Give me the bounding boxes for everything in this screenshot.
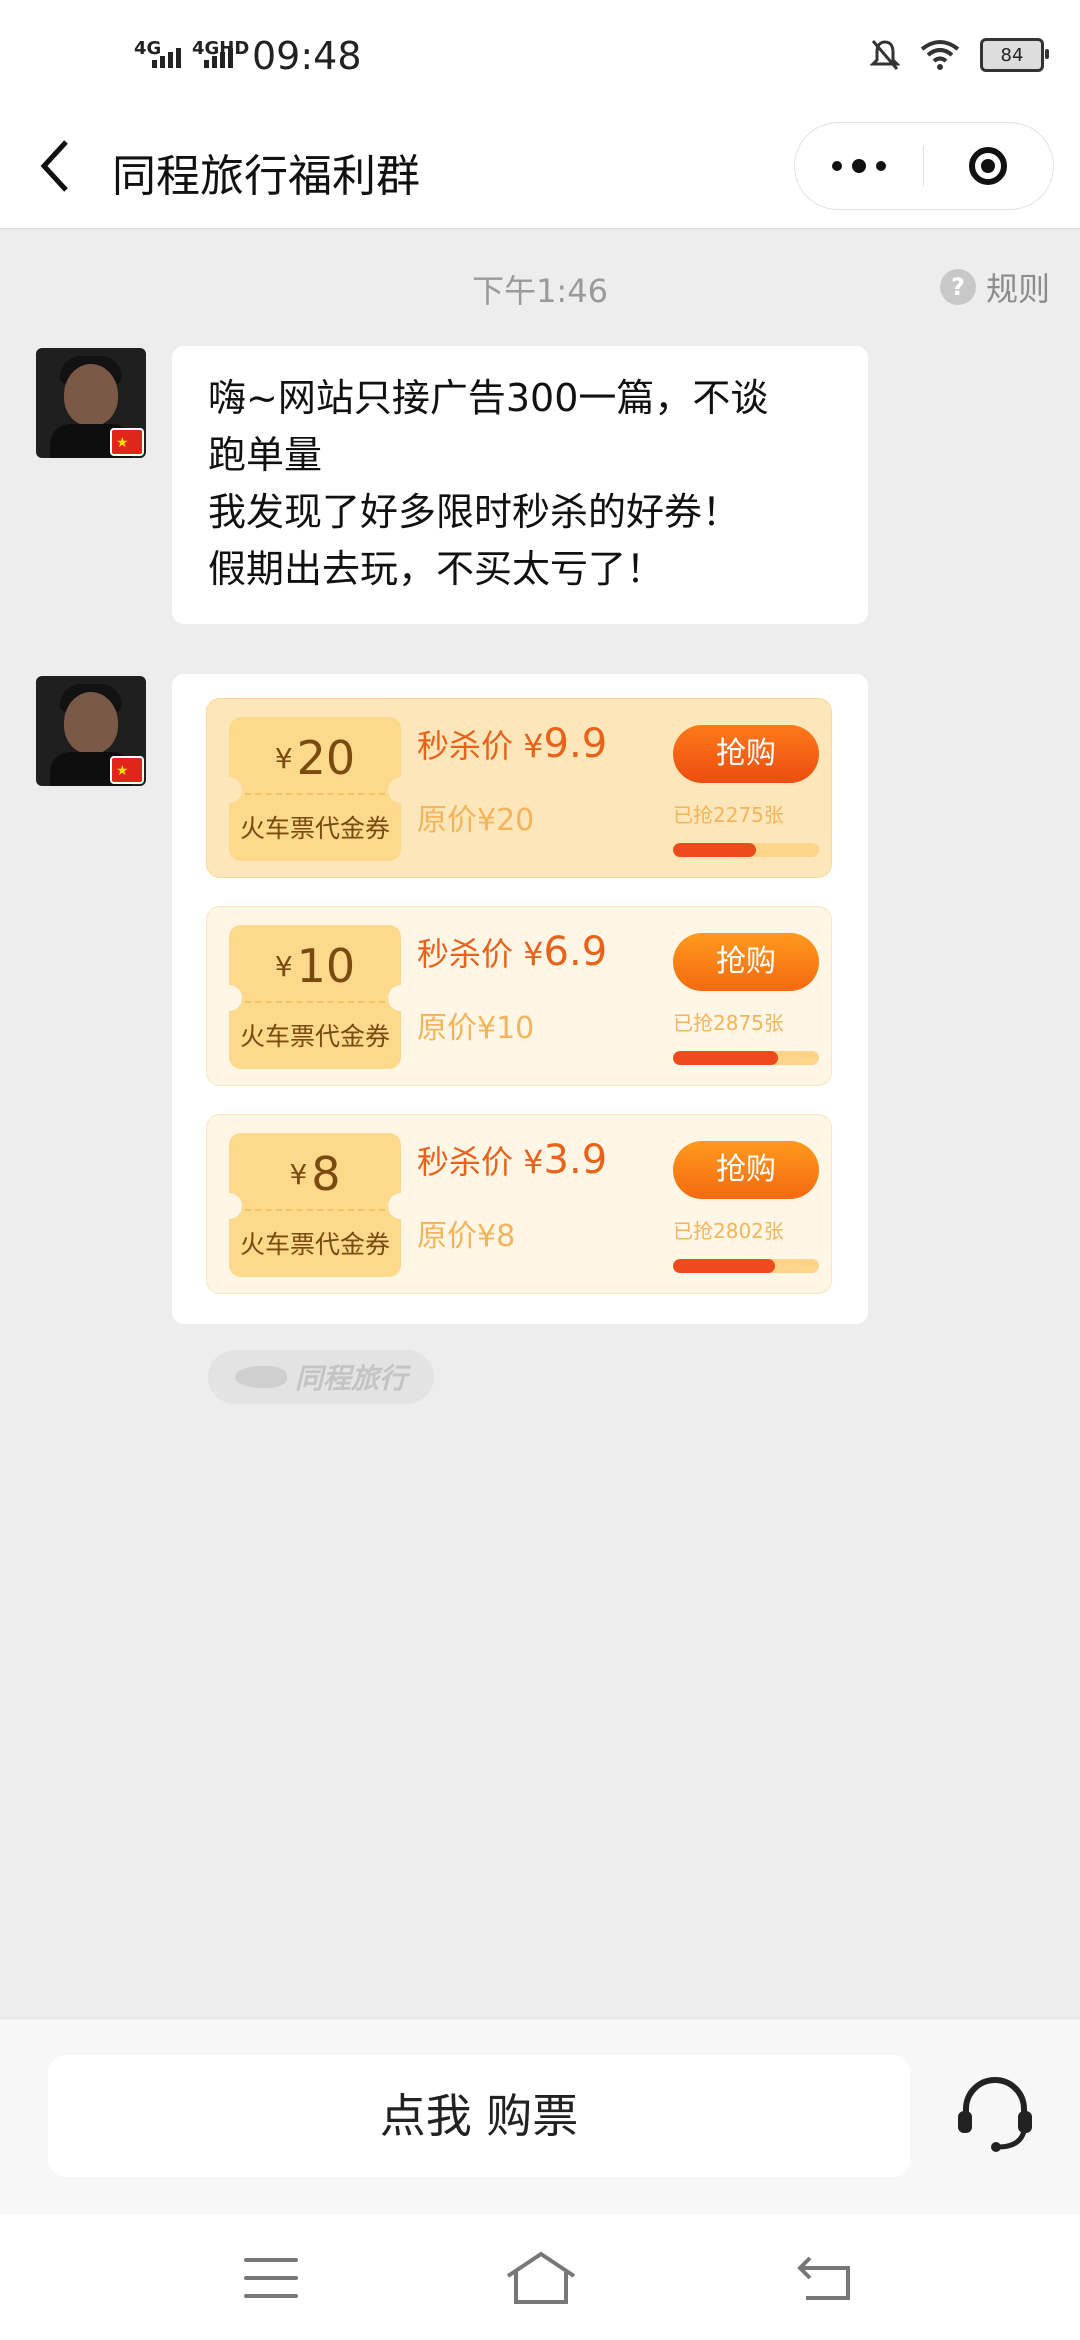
buy-ticket-button[interactable]: 点我 购票 <box>48 2055 910 2177</box>
coupon-stub: ¥8 火车票代金券 <box>216 1133 414 1277</box>
message-line: 我发现了好多限时秒杀的好券！ <box>208 490 741 534</box>
progress-bar <box>673 1259 819 1273</box>
mini-program-capsule <box>794 122 1054 210</box>
sold-count: 已抢2875张 <box>673 1011 784 1035</box>
progress-bar <box>673 1051 819 1065</box>
message-timestamp: 下午1:46 <box>472 272 608 310</box>
message-line: 跑单量 <box>208 433 323 477</box>
sold-count: 已抢2275张 <box>673 803 784 827</box>
sale-price: 秒杀价 ¥6.9 <box>417 929 608 975</box>
sale-price: 秒杀价 ¥9.9 <box>417 721 608 767</box>
chevron-left-icon[interactable] <box>36 136 76 196</box>
original-price: 原价¥20 <box>417 803 535 838</box>
coupon-type-label: 火车票代金券 <box>239 1022 390 1051</box>
coupon-amount: 20 <box>296 731 356 785</box>
coupon-type-label: 火车票代金券 <box>239 1230 390 1259</box>
buy-button[interactable]: 抢购 <box>673 933 819 991</box>
message-line: 假期出去玩，不买太亏了！ <box>208 547 665 591</box>
signal-icon <box>152 48 181 68</box>
signal-icon-2 <box>204 48 233 68</box>
progress-bar <box>673 843 819 857</box>
battery-level: 84 <box>1000 44 1024 66</box>
home-icon[interactable] <box>504 2250 578 2308</box>
coupon-amount: 8 <box>311 1147 341 1201</box>
text-message-bubble: 嗨~网站只接广告300一篇，不谈 跑单量 我发现了好多限时秒杀的好券！ 假期出去… <box>172 346 868 624</box>
bottom-action-bar: 点我 购票 <box>0 2018 1080 2215</box>
wifi-icon <box>920 40 960 70</box>
brand-tag: 同程旅行 <box>208 1350 434 1404</box>
system-nav-bar <box>0 2214 1080 2340</box>
question-circle-icon: ? <box>939 269 976 305</box>
target-close-icon[interactable] <box>924 123 1052 209</box>
headset-icon[interactable] <box>950 2067 1040 2157</box>
currency-symbol: ¥ <box>289 1158 308 1191</box>
rules-link[interactable]: ? 规则 <box>939 264 1050 310</box>
more-dots-icon[interactable] <box>795 123 923 209</box>
china-flag-icon: ★ <box>110 756 144 784</box>
page-title: 同程旅行福利群 <box>112 151 420 202</box>
coupon-stub: ¥10 火车票代金券 <box>216 925 414 1069</box>
avatar[interactable]: ★ <box>36 348 146 458</box>
coupon-type-label: 火车票代金券 <box>239 814 390 843</box>
currency-symbol: ¥ <box>274 950 293 983</box>
progress-fill <box>673 1259 776 1273</box>
clock: 09:48 <box>252 34 362 78</box>
sale-price: 秒杀价 ¥3.9 <box>417 1137 608 1183</box>
brand-name: 同程旅行 <box>294 1362 407 1395</box>
rules-label: 规则 <box>985 270 1050 308</box>
back-icon[interactable] <box>796 2254 854 2304</box>
currency-symbol: ¥ <box>274 742 293 775</box>
menu-icon[interactable] <box>244 2258 298 2298</box>
status-bar: 4G 4GHD 09:48 84 <box>0 0 1080 110</box>
progress-fill <box>673 1051 779 1065</box>
buy-button[interactable]: 抢购 <box>673 725 819 783</box>
coupon-stub: ¥20 火车票代金券 <box>216 717 414 861</box>
coupon-card[interactable]: ¥20 火车票代金券 秒杀价 ¥9.9 原价¥20 抢购 已抢2275张 <box>206 698 832 878</box>
message-line: 嗨~网站只接广告300一篇，不谈 <box>208 376 769 420</box>
original-price: 原价¥10 <box>417 1011 535 1046</box>
avatar[interactable]: ★ <box>36 676 146 786</box>
coupon-amount: 10 <box>296 939 356 993</box>
nav-bar: 同程旅行福利群 <box>0 110 1080 229</box>
brand-logo-icon <box>234 1366 287 1388</box>
coupon-card-bubble: ¥20 火车票代金券 秒杀价 ¥9.9 原价¥20 抢购 已抢2275张 ¥10… <box>172 674 868 1324</box>
sold-count: 已抢2802张 <box>673 1219 784 1243</box>
coupon-card[interactable]: ¥8 火车票代金券 秒杀价 ¥3.9 原价¥8 抢购 已抢2802张 <box>206 1114 832 1294</box>
mute-bell-icon <box>870 40 900 70</box>
progress-fill <box>673 843 757 857</box>
original-price: 原价¥8 <box>417 1219 516 1254</box>
coupon-card[interactable]: ¥10 火车票代金券 秒杀价 ¥6.9 原价¥10 抢购 已抢2875张 <box>206 906 832 1086</box>
buy-button[interactable]: 抢购 <box>673 1141 819 1199</box>
battery-icon: 84 <box>980 38 1049 72</box>
china-flag-icon: ★ <box>110 428 144 456</box>
